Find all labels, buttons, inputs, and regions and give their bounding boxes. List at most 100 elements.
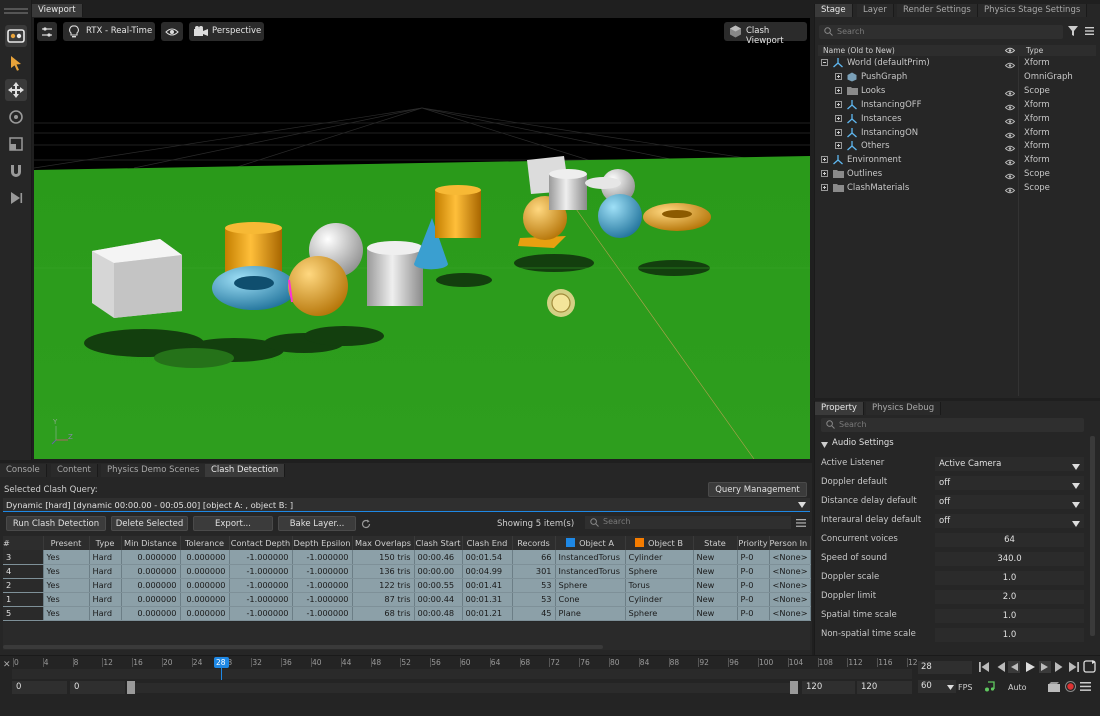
expand-toggle-icon[interactable] bbox=[835, 86, 842, 94]
column-header[interactable]: Clash Start bbox=[414, 536, 463, 550]
property-number-field[interactable]: 1.0 bbox=[935, 571, 1084, 585]
bake-layer-button[interactable]: Bake Layer... bbox=[278, 516, 356, 531]
move-tool-icon[interactable] bbox=[5, 79, 27, 101]
camera-button[interactable]: Perspective bbox=[189, 22, 264, 41]
hamburger-menu-icon[interactable] bbox=[1085, 27, 1094, 38]
collapse-toggle-icon[interactable] bbox=[821, 59, 828, 66]
property-tab-0[interactable]: Property bbox=[815, 402, 864, 415]
bottom-tab-0[interactable]: Console bbox=[0, 464, 47, 477]
export-button[interactable]: Export... bbox=[193, 516, 273, 531]
visibility-eye-icon[interactable] bbox=[1004, 185, 1016, 199]
expand-toggle-icon[interactable] bbox=[821, 170, 828, 178]
stage-tree-item[interactable]: InstancingON Xform bbox=[818, 126, 1096, 140]
expand-toggle-icon[interactable] bbox=[835, 114, 842, 122]
stage-tab-3[interactable]: Physics Stage Settings bbox=[978, 4, 1088, 17]
clash-viewport-button[interactable]: Clash Viewport bbox=[724, 22, 807, 46]
expand-toggle-icon[interactable] bbox=[835, 142, 842, 150]
expand-toggle-icon[interactable] bbox=[821, 156, 828, 164]
property-scrollbar[interactable] bbox=[1090, 436, 1095, 636]
property-number-field[interactable]: 1.0 bbox=[935, 609, 1084, 623]
column-header[interactable]: Max Overlaps bbox=[352, 536, 415, 550]
property-number-field[interactable]: 340.0 bbox=[935, 552, 1084, 566]
stage-tree-item[interactable]: InstancingOFF Xform bbox=[818, 98, 1096, 112]
play-simulation-icon[interactable] bbox=[5, 187, 27, 209]
renderer-button[interactable]: RTX - Real-Time bbox=[63, 22, 155, 41]
column-header[interactable]: Depth Epsilon bbox=[292, 536, 353, 550]
property-search[interactable]: Search bbox=[821, 418, 1084, 432]
play-icon[interactable] bbox=[1024, 661, 1036, 676]
record-icon[interactable] bbox=[1065, 681, 1076, 695]
property-tab-1[interactable]: Physics Debug bbox=[866, 402, 942, 415]
table-row[interactable]: 5 Yes Hard 0.000000 0.000000 -1.000000 -1.0000… bbox=[3, 606, 811, 621]
rotate-tool-icon[interactable] bbox=[5, 106, 27, 128]
stage-tree-item[interactable]: World (defaultPrim) Xform bbox=[818, 56, 1096, 70]
stage-tree-item[interactable]: Looks Scope bbox=[818, 84, 1096, 98]
timeline-menu-icon[interactable] bbox=[1080, 682, 1091, 694]
property-number-field[interactable]: 64 bbox=[935, 533, 1084, 547]
play-forward-step-icon[interactable] bbox=[1039, 661, 1051, 676]
scale-tool-icon[interactable] bbox=[5, 133, 27, 155]
table-row[interactable]: 2 Yes Hard 0.000000 0.000000 -1.000000 -1.0000… bbox=[3, 578, 811, 593]
range-slider-track[interactable] bbox=[127, 683, 794, 693]
current-frame-field[interactable]: 28 bbox=[918, 661, 972, 674]
property-number-field[interactable]: 1.0 bbox=[935, 628, 1084, 642]
range-start-handle[interactable] bbox=[127, 681, 135, 694]
table-row[interactable]: 1 Yes Hard 0.000000 0.000000 -1.000000 -1.0000… bbox=[3, 592, 811, 607]
stage-tree-item[interactable]: Outlines Scope bbox=[818, 167, 1096, 181]
property-select[interactable]: off bbox=[935, 495, 1084, 509]
property-select[interactable]: off bbox=[935, 514, 1084, 528]
snap-magnet-icon[interactable] bbox=[5, 160, 27, 182]
expand-toggle-icon[interactable] bbox=[835, 100, 842, 108]
column-header[interactable]: Object A bbox=[555, 536, 626, 550]
step-back-icon[interactable] bbox=[994, 661, 1006, 676]
audio-settings-section[interactable]: Audio Settings bbox=[821, 437, 1081, 451]
clash-search[interactable]: Search bbox=[585, 516, 791, 529]
refresh-icon[interactable] bbox=[361, 519, 371, 532]
filter-icon[interactable] bbox=[1068, 26, 1078, 39]
bottom-tab-3[interactable]: Clash Detection bbox=[205, 464, 286, 477]
stage-search[interactable]: Search bbox=[819, 25, 1063, 39]
stage-tree-item[interactable]: Environment Xform bbox=[818, 153, 1096, 167]
step-forward-icon[interactable] bbox=[1054, 661, 1066, 676]
query-select[interactable]: Dynamic [hard] [dynamic 00:00.00 - 00:05… bbox=[3, 498, 810, 512]
stage-tab-1[interactable]: Layer bbox=[857, 4, 894, 17]
column-header[interactable]: Person In C bbox=[769, 536, 811, 550]
column-header[interactable]: Tolerance bbox=[180, 536, 230, 550]
column-header[interactable]: Priority bbox=[737, 536, 770, 550]
column-header[interactable]: State bbox=[693, 536, 738, 550]
table-row[interactable]: 3 Yes Hard 0.000000 0.000000 -1.000000 -1.0000… bbox=[3, 550, 811, 565]
play-reverse-icon[interactable] bbox=[1008, 661, 1020, 676]
stage-tab-2[interactable]: Render Settings bbox=[897, 4, 978, 17]
run-clash-detection-button[interactable]: Run Clash Detection bbox=[6, 516, 106, 531]
range-start-field[interactable]: 0 bbox=[70, 681, 125, 694]
column-header[interactable]: # bbox=[3, 536, 44, 550]
property-select[interactable]: off bbox=[935, 476, 1084, 490]
column-header[interactable]: Contact Depth bbox=[229, 536, 293, 550]
type-column-header[interactable]: Type bbox=[1026, 46, 1043, 55]
range-end-field[interactable]: 120 bbox=[802, 681, 855, 694]
property-number-field[interactable]: 2.0 bbox=[935, 590, 1084, 604]
property-select[interactable]: Active Camera bbox=[935, 457, 1084, 471]
playhead[interactable]: 28 bbox=[214, 657, 229, 668]
bottom-tab-1[interactable]: Content bbox=[51, 464, 98, 477]
end-frame-field[interactable]: 120 bbox=[857, 681, 912, 694]
camera-mode-icon[interactable] bbox=[5, 25, 27, 47]
stage-tree-item[interactable]: PushGraph OmniGraph bbox=[818, 70, 1096, 84]
column-header[interactable]: Min Distance bbox=[121, 536, 181, 550]
stage-tree-item[interactable]: ClashMaterials Scope bbox=[818, 181, 1096, 195]
stage-tree-item[interactable]: Instances Xform bbox=[818, 112, 1096, 126]
start-frame-field[interactable]: 0 bbox=[12, 681, 67, 694]
name-column-header[interactable]: Name (Old to New) bbox=[823, 46, 895, 55]
close-timeline-icon[interactable]: ✕ bbox=[3, 660, 11, 670]
auto-key-button[interactable]: Auto bbox=[1008, 683, 1027, 692]
stage-tree-item[interactable]: Others Xform bbox=[818, 139, 1096, 153]
column-header[interactable]: Type bbox=[89, 536, 122, 550]
select-arrow-icon[interactable] bbox=[5, 52, 27, 74]
expand-toggle-icon[interactable] bbox=[835, 72, 842, 80]
query-management-button[interactable]: Query Management bbox=[708, 482, 807, 497]
stage-tab-0[interactable]: Stage bbox=[815, 4, 853, 17]
column-header[interactable]: Present bbox=[43, 536, 90, 550]
table-menu-icon[interactable] bbox=[796, 519, 806, 530]
expand-toggle-icon[interactable] bbox=[835, 128, 842, 136]
delete-selected-button[interactable]: Delete Selected bbox=[111, 516, 188, 531]
